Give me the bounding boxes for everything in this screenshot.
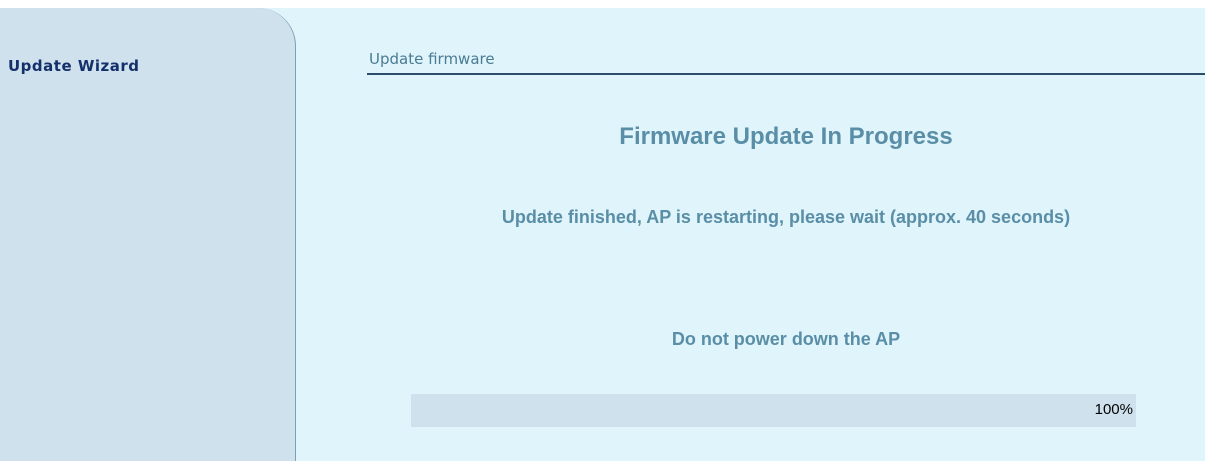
status-message: Update finished, AP is restarting, pleas… xyxy=(501,207,1071,227)
warning-message: Do not power down the AP xyxy=(671,329,901,349)
progress-label: 100% xyxy=(1094,401,1133,418)
section-title: Update firmware xyxy=(369,50,495,68)
page-title: Firmware Update In Progress xyxy=(619,123,953,150)
sidebar-item-update-wizard[interactable]: Update Wizard xyxy=(8,57,140,75)
sidebar: Update Wizard xyxy=(0,8,296,461)
progress-bar: 100% xyxy=(411,394,1136,427)
progress-fill xyxy=(411,394,1136,427)
section-header: Update firmware xyxy=(367,50,1205,75)
firmware-update-page: Update Wizard Update firmware Firmware U… xyxy=(0,0,1205,461)
